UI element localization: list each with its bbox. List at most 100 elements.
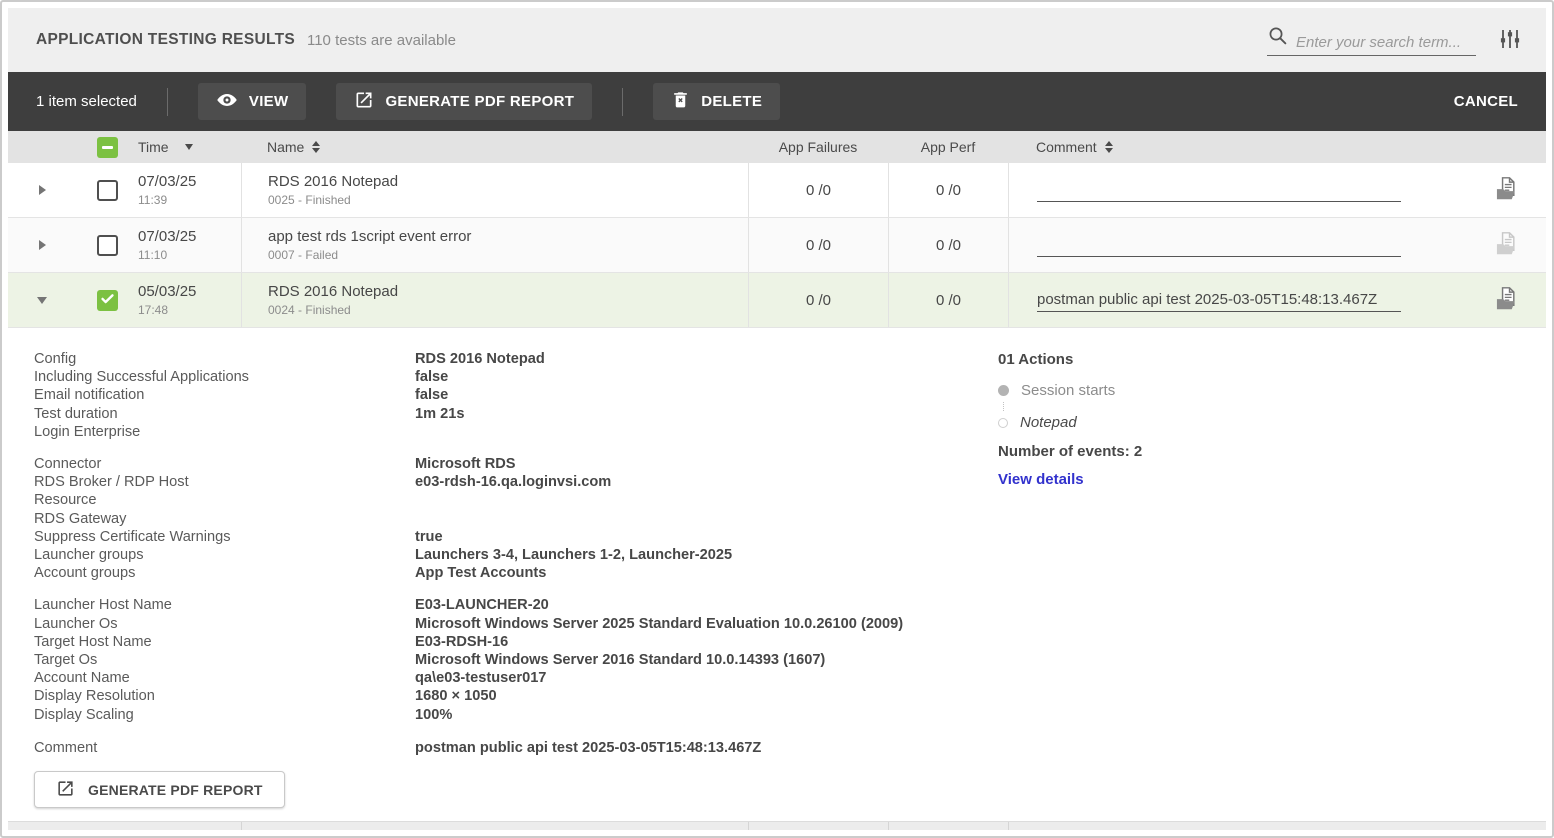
open-report-button-disabled [1466, 230, 1546, 260]
open-report-button[interactable] [1466, 175, 1546, 205]
column-header-name[interactable]: Name [241, 139, 748, 155]
row-date: 05/03/25 [138, 283, 241, 300]
detail-value: Launchers 3-4, Launchers 1-2, Launcher-2… [415, 546, 1035, 564]
detail-label: Launcher Host Name [34, 596, 415, 614]
delete-button-label: DELETE [701, 93, 762, 110]
actions-title: 01 Actions [998, 351, 1418, 368]
actions-panel: 01 Actions Session starts Notepad Number… [998, 351, 1418, 489]
detail-label: Login Enterprise [34, 423, 415, 441]
detail-value: Microsoft Windows Server 2025 Standard E… [415, 615, 1035, 633]
detail-value: false [415, 386, 1035, 404]
row-checkbox[interactable] [97, 180, 118, 201]
search-input[interactable] [1296, 34, 1476, 51]
page-subtitle: 110 tests are available [307, 32, 456, 49]
detail-value: E03-RDSH-16 [415, 633, 1035, 651]
app-failures-cell: 0 /0 [748, 163, 888, 217]
table-header-row: Time Name App Failures App Perf Comment [8, 131, 1546, 163]
name-cell: RDS 2016 Notepad 0025 - Finished [241, 163, 748, 217]
comment-header-label: Comment [1036, 139, 1097, 155]
eye-icon [216, 89, 238, 115]
detail-value: Microsoft RDS [415, 455, 1035, 473]
generate-pdf-report-button-secondary[interactable]: GENERATE PDF REPORT [34, 771, 285, 808]
detail-group-comment: Comment postman public api test 2025-03-… [34, 739, 1516, 757]
row-checkbox-checked[interactable] [97, 290, 118, 311]
detail-label: Test duration [34, 405, 415, 423]
detail-label: Resource [34, 491, 415, 509]
toolbar-divider [167, 88, 168, 116]
event-label: Notepad [1020, 414, 1077, 431]
detail-value: 100% [415, 706, 1035, 724]
comment-input[interactable] [1037, 289, 1401, 312]
selection-toolbar: 1 item selected VIEW GENERATE PDF REPORT… [8, 72, 1546, 131]
detail-label: Display Scaling [34, 706, 415, 724]
search-icon [1267, 25, 1288, 51]
column-header-time[interactable]: Time [138, 139, 241, 155]
checkmark-icon [99, 290, 116, 311]
expanded-test-details: Config RDS 2016 Notepad Including Succes… [8, 328, 1546, 821]
detail-label: Launcher Os [34, 615, 415, 633]
timeline-event: Notepad [998, 414, 1418, 431]
table-row: 07/03/25 11:10 app test rds 1script even… [8, 218, 1546, 273]
sort-both-icon [312, 141, 320, 154]
export-icon [354, 90, 374, 114]
time-cell: 05/03/25 17:48 [138, 283, 241, 317]
detail-value [415, 491, 1035, 509]
event-label: Session starts [1021, 382, 1115, 399]
detail-value: App Test Accounts [415, 564, 1035, 582]
app-failures-cell: 0 /0 [748, 273, 888, 327]
app-perf-header-label: App Perf [921, 139, 975, 155]
page-title: APPLICATION TESTING RESULTS [36, 31, 295, 49]
row-time: 17:48 [138, 303, 241, 317]
search-box [1267, 25, 1476, 56]
comment-cell [1008, 163, 1466, 217]
sort-desc-icon [185, 144, 193, 150]
detail-value: RDS 2016 Notepad [415, 350, 1035, 368]
select-all-checkbox[interactable] [97, 137, 118, 158]
generate-pdf-button-label: GENERATE PDF REPORT [385, 93, 574, 110]
name-header-label: Name [267, 139, 304, 155]
open-report-button[interactable] [1466, 285, 1546, 315]
folder-document-icon [1493, 285, 1520, 315]
detail-value: qa\e03-testuser017 [415, 669, 1035, 687]
generate-pdf-button-label: GENERATE PDF REPORT [88, 782, 263, 798]
column-header-app-failures: App Failures [748, 139, 888, 155]
timeline-event: Session starts [998, 382, 1418, 399]
row-status: 0024 - Finished [268, 303, 351, 317]
detail-value: e03-rdsh-16.qa.loginvsi.com [415, 473, 1035, 491]
table-row-selected: 05/03/25 17:48 RDS 2016 Notepad 0024 - F… [8, 273, 1546, 328]
view-button[interactable]: VIEW [198, 83, 307, 120]
row-name: RDS 2016 Notepad [268, 283, 398, 300]
sliders-icon [1498, 27, 1522, 54]
indeterminate-icon [102, 146, 113, 149]
expand-row-button[interactable] [8, 240, 76, 250]
name-cell: app test rds 1script event error 0007 - … [241, 218, 748, 272]
detail-label: Target Os [34, 651, 415, 669]
detail-value: Microsoft Windows Server 2016 Standard 1… [415, 651, 1035, 669]
detail-label: Connector [34, 455, 415, 473]
column-header-app-perf: App Perf [888, 139, 1008, 155]
filter-settings-button[interactable] [1498, 27, 1522, 54]
column-header-comment[interactable]: Comment [1008, 139, 1466, 155]
expand-row-button[interactable] [8, 185, 76, 195]
detail-label: Including Successful Applications [34, 368, 415, 386]
cancel-button[interactable]: CANCEL [1454, 93, 1518, 110]
row-checkbox[interactable] [97, 235, 118, 256]
comment-cell [1008, 273, 1466, 327]
generate-pdf-report-button[interactable]: GENERATE PDF REPORT [336, 83, 592, 120]
view-details-link[interactable]: View details [998, 471, 1084, 488]
detail-comment-value: postman public api test 2025-03-05T15:48… [415, 739, 1035, 757]
events-count: Number of events: 2 [998, 443, 1418, 460]
row-time: 11:39 [138, 193, 241, 207]
comment-input[interactable] [1037, 179, 1401, 202]
detail-label: Account groups [34, 564, 415, 582]
collapse-row-button[interactable] [8, 297, 76, 304]
comment-input[interactable] [1037, 234, 1401, 257]
app-failures-cell: 0 /0 [748, 218, 888, 272]
row-date: 07/03/25 [138, 228, 241, 245]
folder-document-icon [1493, 175, 1520, 205]
delete-button[interactable]: DELETE [653, 83, 780, 120]
detail-label: Account Name [34, 669, 415, 687]
time-header-label: Time [138, 139, 169, 155]
comment-cell [1008, 218, 1466, 272]
detail-label: RDS Gateway [34, 510, 415, 528]
